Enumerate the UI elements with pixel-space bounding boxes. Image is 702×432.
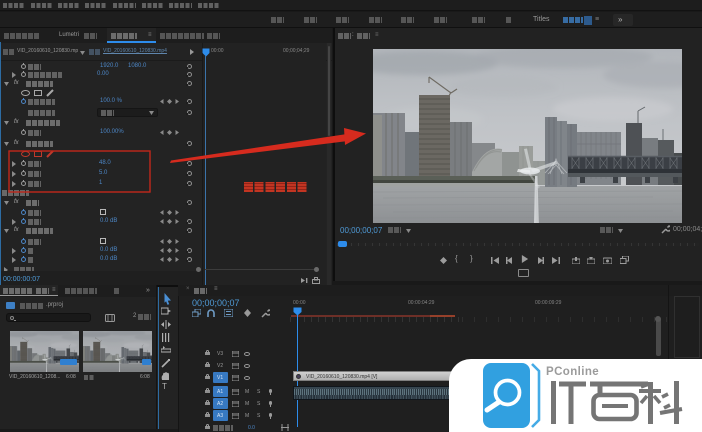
svg-text:PConline: PConline (546, 366, 599, 378)
